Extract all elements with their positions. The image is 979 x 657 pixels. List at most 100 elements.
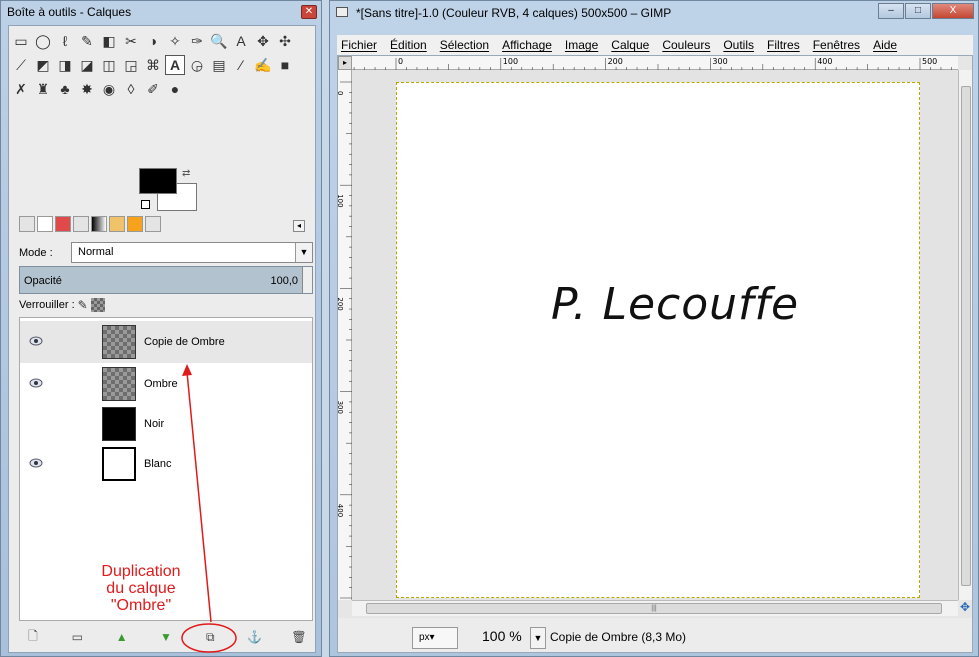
tool-icon[interactable]: ◩ <box>33 55 53 75</box>
tool-icon[interactable]: ● <box>165 79 185 99</box>
menu-item[interactable]: Affichage <box>502 38 552 52</box>
menu-item[interactable]: Édition <box>390 38 427 52</box>
eye-icon[interactable] <box>29 336 43 346</box>
anchor-icon[interactable]: ⚓ <box>247 629 263 645</box>
trash-icon[interactable]: 🗑 <box>291 629 307 645</box>
new-layer-icon[interactable]: 🗋 <box>25 629 41 645</box>
menu-item[interactable]: Outils <box>723 38 754 52</box>
default-colors-icon[interactable] <box>141 200 150 209</box>
tool-icon[interactable]: ✂ <box>121 31 141 51</box>
tool-icon[interactable]: ◪ <box>77 55 97 75</box>
tool-icon[interactable]: ✐ <box>143 79 163 99</box>
mode-select[interactable]: Normal ▼ <box>71 242 313 263</box>
tool-icon[interactable]: ◫ <box>99 55 119 75</box>
layer-thumbnail[interactable] <box>102 447 136 481</box>
horizontal-scroll-thumb[interactable]: ||| <box>366 603 942 614</box>
tab-gradients[interactable] <box>91 216 107 232</box>
tool-icon[interactable]: ✍ <box>253 55 273 75</box>
tool-icon[interactable]: ♜ <box>33 79 53 99</box>
horizontal-scrollbar[interactable]: ||| <box>352 600 958 616</box>
tab-channels[interactable] <box>37 216 53 232</box>
layer-thumbnail[interactable] <box>102 325 136 359</box>
tab-paths[interactable] <box>55 216 71 232</box>
canvas-area[interactable]: P. Lecouffe <box>352 70 958 600</box>
menu-item[interactable]: Sélection <box>440 38 489 52</box>
tool-icon[interactable]: ♣ <box>55 79 75 99</box>
tool-icon[interactable]: ℓ <box>55 31 75 51</box>
tab-patterns[interactable] <box>127 216 143 232</box>
navigate-icon[interactable]: ✥ <box>958 600 972 616</box>
layer-name[interactable]: Blanc <box>144 458 172 470</box>
menu-item[interactable]: Calque <box>611 38 649 52</box>
tool-icon[interactable]: ∕ <box>231 55 251 75</box>
layer-name[interactable]: Ombre <box>144 378 178 390</box>
layer-thumbnail[interactable] <box>102 367 136 401</box>
tool-icon[interactable]: ✥ <box>253 31 273 51</box>
zoom-value[interactable]: 100 % <box>482 628 522 644</box>
swap-colors-icon[interactable]: ⇄ <box>182 168 190 179</box>
tab-images[interactable] <box>145 216 161 232</box>
layer-name[interactable]: Copie de Ombre <box>144 336 225 348</box>
vertical-ruler[interactable]: 0 100 200 300 400 <box>338 70 352 600</box>
menu-item[interactable]: Filtres <box>767 38 800 52</box>
tab-brushes[interactable] <box>73 216 89 232</box>
toolbox-titlebar[interactable]: Boîte à outils - Calques ✕ <box>1 1 321 23</box>
tool-icon[interactable]: ◶ <box>187 55 207 75</box>
tool-icon[interactable]: ◨ <box>55 55 75 75</box>
menu-item[interactable]: Fichier <box>341 38 377 52</box>
tab-undo[interactable] <box>109 216 125 232</box>
tool-icon[interactable]: 🔍 <box>209 31 229 51</box>
raise-layer-icon[interactable]: ▲ <box>114 629 130 645</box>
unit-select[interactable]: px▾ <box>412 627 458 649</box>
tool-icon[interactable]: ◉ <box>99 79 119 99</box>
maximize-button[interactable]: □ <box>905 3 931 19</box>
chevron-down-icon[interactable]: ▼ <box>295 243 312 262</box>
close-window-button[interactable]: X <box>932 3 974 19</box>
minimize-button[interactable]: – <box>878 3 904 19</box>
opacity-slider[interactable]: Opacité 100,0 <box>19 266 313 294</box>
layer-row[interactable]: Ombre <box>20 363 312 405</box>
close-button[interactable]: ✕ <box>301 5 317 19</box>
tool-icon[interactable]: ✑ <box>187 31 207 51</box>
eye-icon[interactable] <box>29 458 43 468</box>
tool-icon[interactable]: A <box>165 55 185 75</box>
tool-icon[interactable]: ▭ <box>11 31 31 51</box>
tool-icon[interactable]: ⟋ <box>11 55 31 75</box>
tool-icon[interactable]: ◑ <box>143 31 163 51</box>
lock-alpha-icon[interactable] <box>90 298 105 312</box>
chevron-down-icon[interactable]: ▼ <box>530 627 546 649</box>
tool-icon[interactable]: ✎ <box>77 31 97 51</box>
tool-icon[interactable]: ✗ <box>11 79 31 99</box>
layer-thumbnail[interactable] <box>102 407 136 441</box>
tool-icon[interactable]: ■ <box>275 55 295 75</box>
tool-icon[interactable]: ▤ <box>209 55 229 75</box>
tool-icon[interactable]: ◊ <box>121 79 141 99</box>
vertical-scroll-thumb[interactable] <box>961 86 971 586</box>
horizontal-ruler[interactable]: 0 100 200 300 400 500 <box>352 56 958 70</box>
dock-menu-icon[interactable]: ◂ <box>293 220 305 232</box>
tool-icon[interactable]: ✧ <box>165 31 185 51</box>
tab-layers[interactable] <box>19 216 35 232</box>
layer-row[interactable]: Noir <box>20 403 312 445</box>
tool-icon[interactable]: ◯ <box>33 31 53 51</box>
tool-icon[interactable]: ✸ <box>77 79 97 99</box>
tool-icon[interactable]: A <box>231 31 251 51</box>
vertical-scrollbar[interactable] <box>958 70 972 600</box>
tool-icon[interactable]: ✣ <box>275 31 295 51</box>
duplicate-layer-icon[interactable]: ⧉ <box>202 629 218 645</box>
layer-name[interactable]: Noir <box>144 418 164 430</box>
open-folder-icon[interactable]: ▭ <box>69 629 85 645</box>
lock-pixels-icon[interactable]: ✎ <box>78 298 88 312</box>
quick-mask-icon[interactable]: ▸ <box>338 56 352 70</box>
menu-item[interactable]: Fenêtres <box>813 38 860 52</box>
tool-icon[interactable]: ◲ <box>121 55 141 75</box>
color-area[interactable]: ⇄ <box>139 168 201 214</box>
lower-layer-icon[interactable]: ▼ <box>158 629 174 645</box>
tool-icon[interactable]: ⌘ <box>143 55 163 75</box>
eye-icon[interactable] <box>29 378 43 388</box>
opacity-spinner[interactable] <box>302 267 312 293</box>
tool-icon[interactable]: ◧ <box>99 31 119 51</box>
menu-item[interactable]: Aide <box>873 38 897 52</box>
foreground-color[interactable] <box>139 168 177 194</box>
menu-item[interactable]: Image <box>565 38 598 52</box>
